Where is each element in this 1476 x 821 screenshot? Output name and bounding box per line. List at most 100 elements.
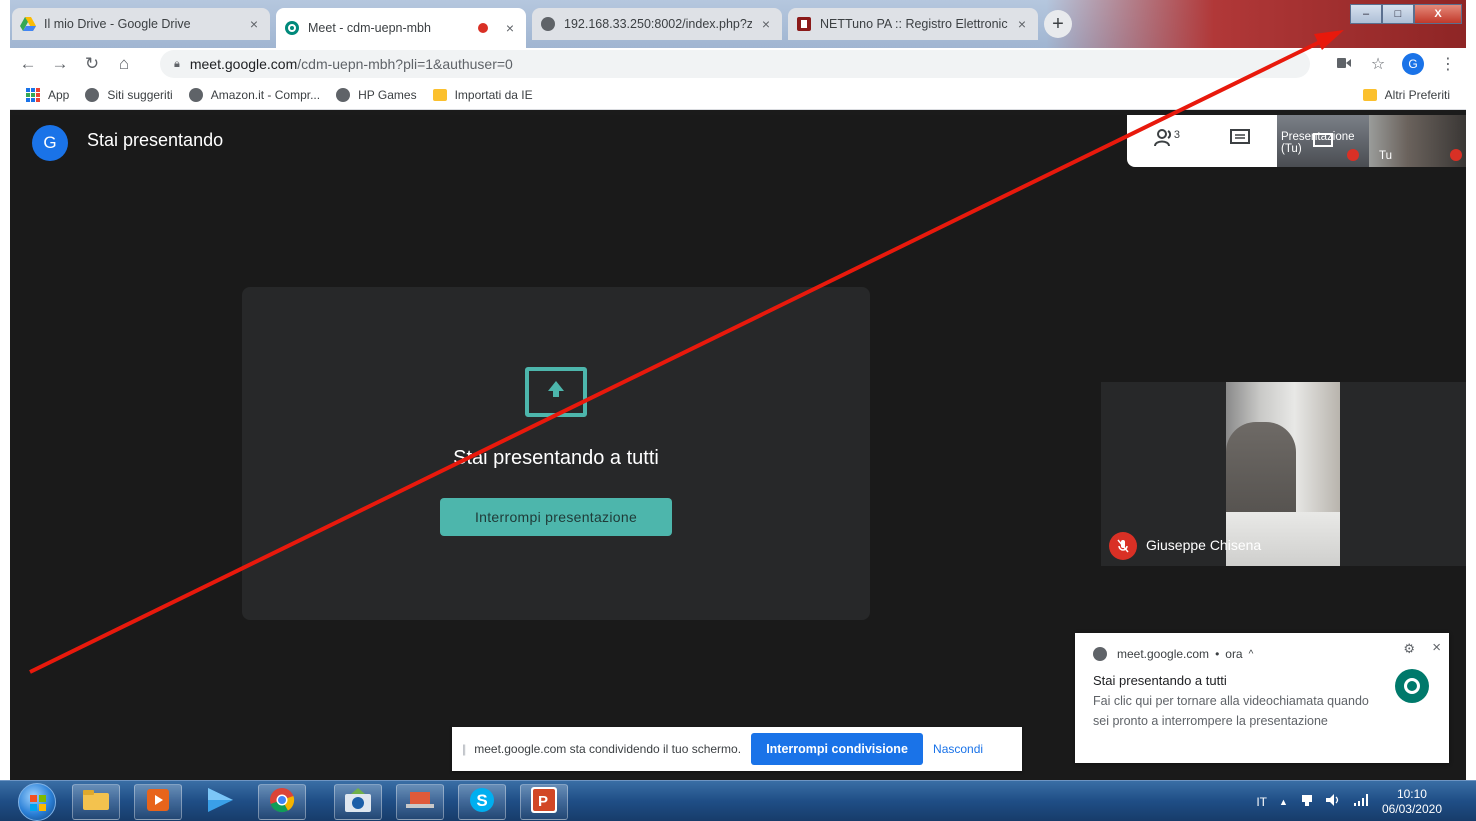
lock-icon: 🔒︎: [174, 57, 180, 70]
user-avatar[interactable]: G: [32, 125, 68, 161]
tab-title: Il mio Drive - Google Drive: [44, 17, 191, 31]
thumbnail-label: Tu: [1379, 150, 1392, 162]
tab-google-drive[interactable]: Il mio Drive - Google Drive ×: [12, 8, 270, 40]
mic-off-icon: [1109, 532, 1137, 560]
tab-local-server[interactable]: 192.168.33.250:8002/index.php?z ×: [532, 8, 782, 40]
hp-taskbar-button[interactable]: [334, 784, 382, 820]
notification-title: Stai presentando a tutti: [1093, 673, 1227, 688]
google-meet-icon: [284, 20, 300, 36]
svg-text:P: P: [538, 793, 548, 810]
play-taskbar-button[interactable]: [196, 784, 244, 820]
tab-title: NETTuno PA :: Registro Elettronic: [820, 17, 1008, 31]
self-presentation-thumbnail[interactable]: Presentazione (Tu): [1277, 115, 1369, 167]
self-video-thumbnail[interactable]: Tu: [1369, 115, 1466, 167]
participant-tile[interactable]: Giuseppe Chisena: [1101, 382, 1466, 566]
media-taskbar-button[interactable]: [134, 784, 182, 820]
minimize-button[interactable]: –: [1350, 4, 1382, 24]
network-icon[interactable]: [1300, 793, 1314, 810]
back-arrow-icon[interactable]: ←: [14, 50, 42, 78]
tab-strip: Il mio Drive - Google Drive × Meet - cdm…: [10, 0, 1466, 48]
forward-arrow-icon[interactable]: →: [46, 50, 74, 78]
people-icon: [1153, 129, 1176, 153]
bookmark-amazon[interactable]: Amazon.it - Compr...: [188, 87, 320, 102]
app-taskbar-button[interactable]: [396, 784, 444, 820]
chevron-up-icon[interactable]: ▲: [1279, 797, 1288, 807]
bookmarks-bar: App Siti suggeriti Amazon.it - Compr... …: [10, 80, 1466, 110]
signal-icon[interactable]: [1353, 794, 1370, 809]
globe-icon: [336, 87, 351, 102]
laptop-icon: [406, 790, 434, 815]
globe-icon: [188, 87, 203, 102]
call-controls-panel: 3 Presentazione (Tu) Tu: [1127, 115, 1466, 167]
profile-avatar[interactable]: G: [1402, 53, 1424, 75]
stop-presenting-button[interactable]: Interrompi presentazione: [440, 498, 672, 536]
participants-button[interactable]: 3: [1127, 115, 1202, 167]
bookmark-altri-preferiti[interactable]: Altri Preferiti: [1362, 88, 1450, 102]
mic-off-icon: [1347, 149, 1359, 161]
chrome-icon: [1093, 647, 1107, 661]
windows-taskbar: S P IT ▲ 10:10 06/03/2020: [0, 780, 1476, 821]
apps-grid-icon: [26, 87, 40, 102]
present-screen-icon: [525, 367, 587, 417]
bookmark-hp-games[interactable]: HP Games: [336, 87, 417, 102]
browser-window: Il mio Drive - Google Drive × Meet - cdm…: [10, 0, 1466, 780]
address-host: meet.google.com: [189, 56, 298, 72]
gear-icon[interactable]: ⚙: [1403, 641, 1415, 657]
thumbnail-label: (Tu): [1281, 143, 1302, 155]
hide-button[interactable]: Nascondi: [933, 742, 983, 756]
notification-time: ora: [1225, 647, 1243, 661]
clock[interactable]: 10:10 06/03/2020: [1382, 787, 1442, 817]
clock-date: 06/03/2020: [1381, 801, 1442, 816]
camera-icon[interactable]: [1334, 55, 1354, 73]
bookmark-apps[interactable]: App: [26, 87, 69, 102]
play-icon: [206, 787, 234, 818]
tab-nettuno[interactable]: NETTuno PA :: Registro Elettronic ×: [788, 8, 1038, 40]
stop-sharing-button[interactable]: Interrompi condivisione: [751, 733, 924, 765]
powerpoint-taskbar-button[interactable]: P: [520, 784, 568, 820]
chrome-notification[interactable]: meet.google.com • ora ^ ⚙ × Stai present…: [1075, 633, 1449, 763]
chevron-up-icon[interactable]: ^: [1249, 649, 1254, 660]
folder-icon: [1362, 88, 1377, 102]
reload-icon[interactable]: ↻: [78, 50, 106, 78]
google-meet-icon: [1395, 669, 1429, 703]
address-bar[interactable]: 🔒︎ meet.google.com/cdm-uepn-mbh?pli=1&au…: [160, 50, 1310, 78]
close-icon[interactable]: ×: [502, 20, 518, 36]
maximize-button[interactable]: □: [1382, 4, 1414, 24]
bookmark-siti-suggeriti[interactable]: Siti suggeriti: [85, 87, 173, 102]
chrome-icon: [269, 787, 295, 818]
tab-meet[interactable]: Meet - cdm-uepn-mbh ×: [276, 8, 526, 48]
meet-call-area: G Stai presentando 3 Presentazione (Tu): [10, 115, 1466, 780]
system-tray: IT ▲ 10:10 06/03/2020: [1256, 781, 1442, 821]
close-icon[interactable]: ×: [758, 16, 774, 32]
home-icon[interactable]: ⌂: [110, 50, 138, 78]
participants-count: 3: [1173, 129, 1180, 141]
drag-handle-icon[interactable]: ||: [462, 742, 466, 756]
skype-taskbar-button[interactable]: S: [458, 784, 506, 820]
window-controls: – □ X: [1350, 4, 1462, 24]
chat-icon: [1229, 129, 1250, 153]
star-icon[interactable]: ☆: [1368, 54, 1388, 74]
chrome-taskbar-button[interactable]: [258, 784, 306, 820]
close-icon[interactable]: ×: [1014, 16, 1030, 32]
bookmark-importati-da-ie[interactable]: Importati da IE: [432, 88, 533, 102]
share-message: meet.google.com sta condividendo il tuo …: [474, 742, 742, 756]
participant-name: Giuseppe Chisena: [1146, 537, 1262, 553]
new-tab-button[interactable]: +: [1044, 10, 1072, 38]
folder-icon: [83, 789, 109, 815]
volume-icon[interactable]: [1325, 793, 1342, 810]
folder-icon: [432, 88, 447, 102]
menu-dots-icon[interactable]: ⋮: [1438, 54, 1458, 74]
window-close-button[interactable]: X: [1414, 4, 1462, 24]
start-button[interactable]: [18, 783, 56, 821]
skype-icon: S: [469, 787, 495, 818]
language-indicator[interactable]: IT: [1256, 795, 1267, 809]
globe-icon: [85, 87, 100, 102]
close-icon[interactable]: ×: [246, 16, 262, 32]
chat-button[interactable]: [1202, 115, 1277, 167]
google-drive-icon: [20, 16, 36, 32]
windows-logo-icon: [30, 795, 46, 811]
close-icon[interactable]: ×: [1432, 639, 1441, 656]
explorer-taskbar-button[interactable]: [72, 784, 120, 820]
notification-body: Fai clic qui per tornare alla videochiam…: [1093, 694, 1369, 728]
media-player-icon: [147, 788, 169, 816]
